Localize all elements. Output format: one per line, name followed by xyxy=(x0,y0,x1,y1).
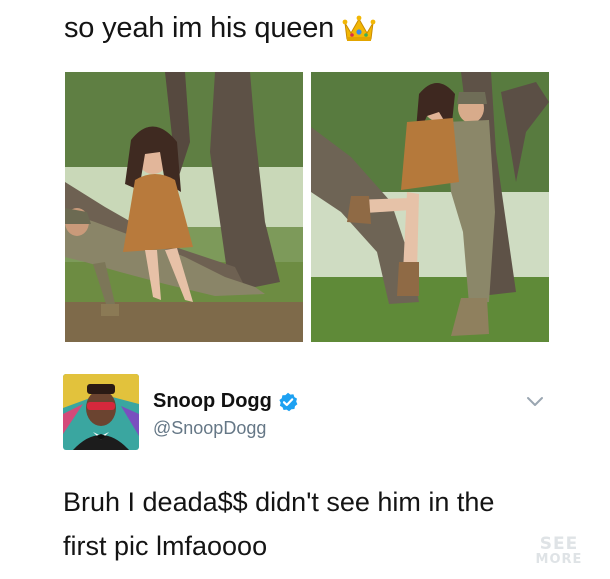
avatar-image xyxy=(63,374,139,450)
watermark-line-2: MORE xyxy=(535,552,583,567)
handle[interactable]: @SnoopDogg xyxy=(153,418,266,439)
crown-icon xyxy=(342,15,376,41)
photo-left[interactable] xyxy=(65,72,303,342)
post-caption: so yeah im his queen xyxy=(64,10,376,46)
tweet-text: Bruh I deada$$ didn't see him in the fir… xyxy=(63,480,563,568)
photo-right[interactable] xyxy=(311,72,549,342)
author-name-row: Snoop Dogg xyxy=(153,390,298,413)
photo-left-image xyxy=(65,72,303,342)
tweet-text-line-2: first pic lmfaoooo xyxy=(63,531,268,561)
photo-collage xyxy=(65,72,550,342)
see-more-watermark: SEE MORE xyxy=(528,536,590,576)
tweet-header: Snoop Dogg @SnoopDogg xyxy=(63,374,553,456)
chevron-down-icon[interactable] xyxy=(526,396,544,408)
tweet-text-line-1: Bruh I deada$$ didn't see him in the xyxy=(63,487,495,517)
display-name[interactable]: Snoop Dogg xyxy=(153,390,272,413)
watermark-line-1: SEE xyxy=(539,534,579,554)
photo-right-image xyxy=(311,72,549,342)
caption-text: so yeah im his queen xyxy=(64,12,335,44)
avatar[interactable] xyxy=(63,374,139,450)
verified-badge-icon xyxy=(279,392,298,411)
